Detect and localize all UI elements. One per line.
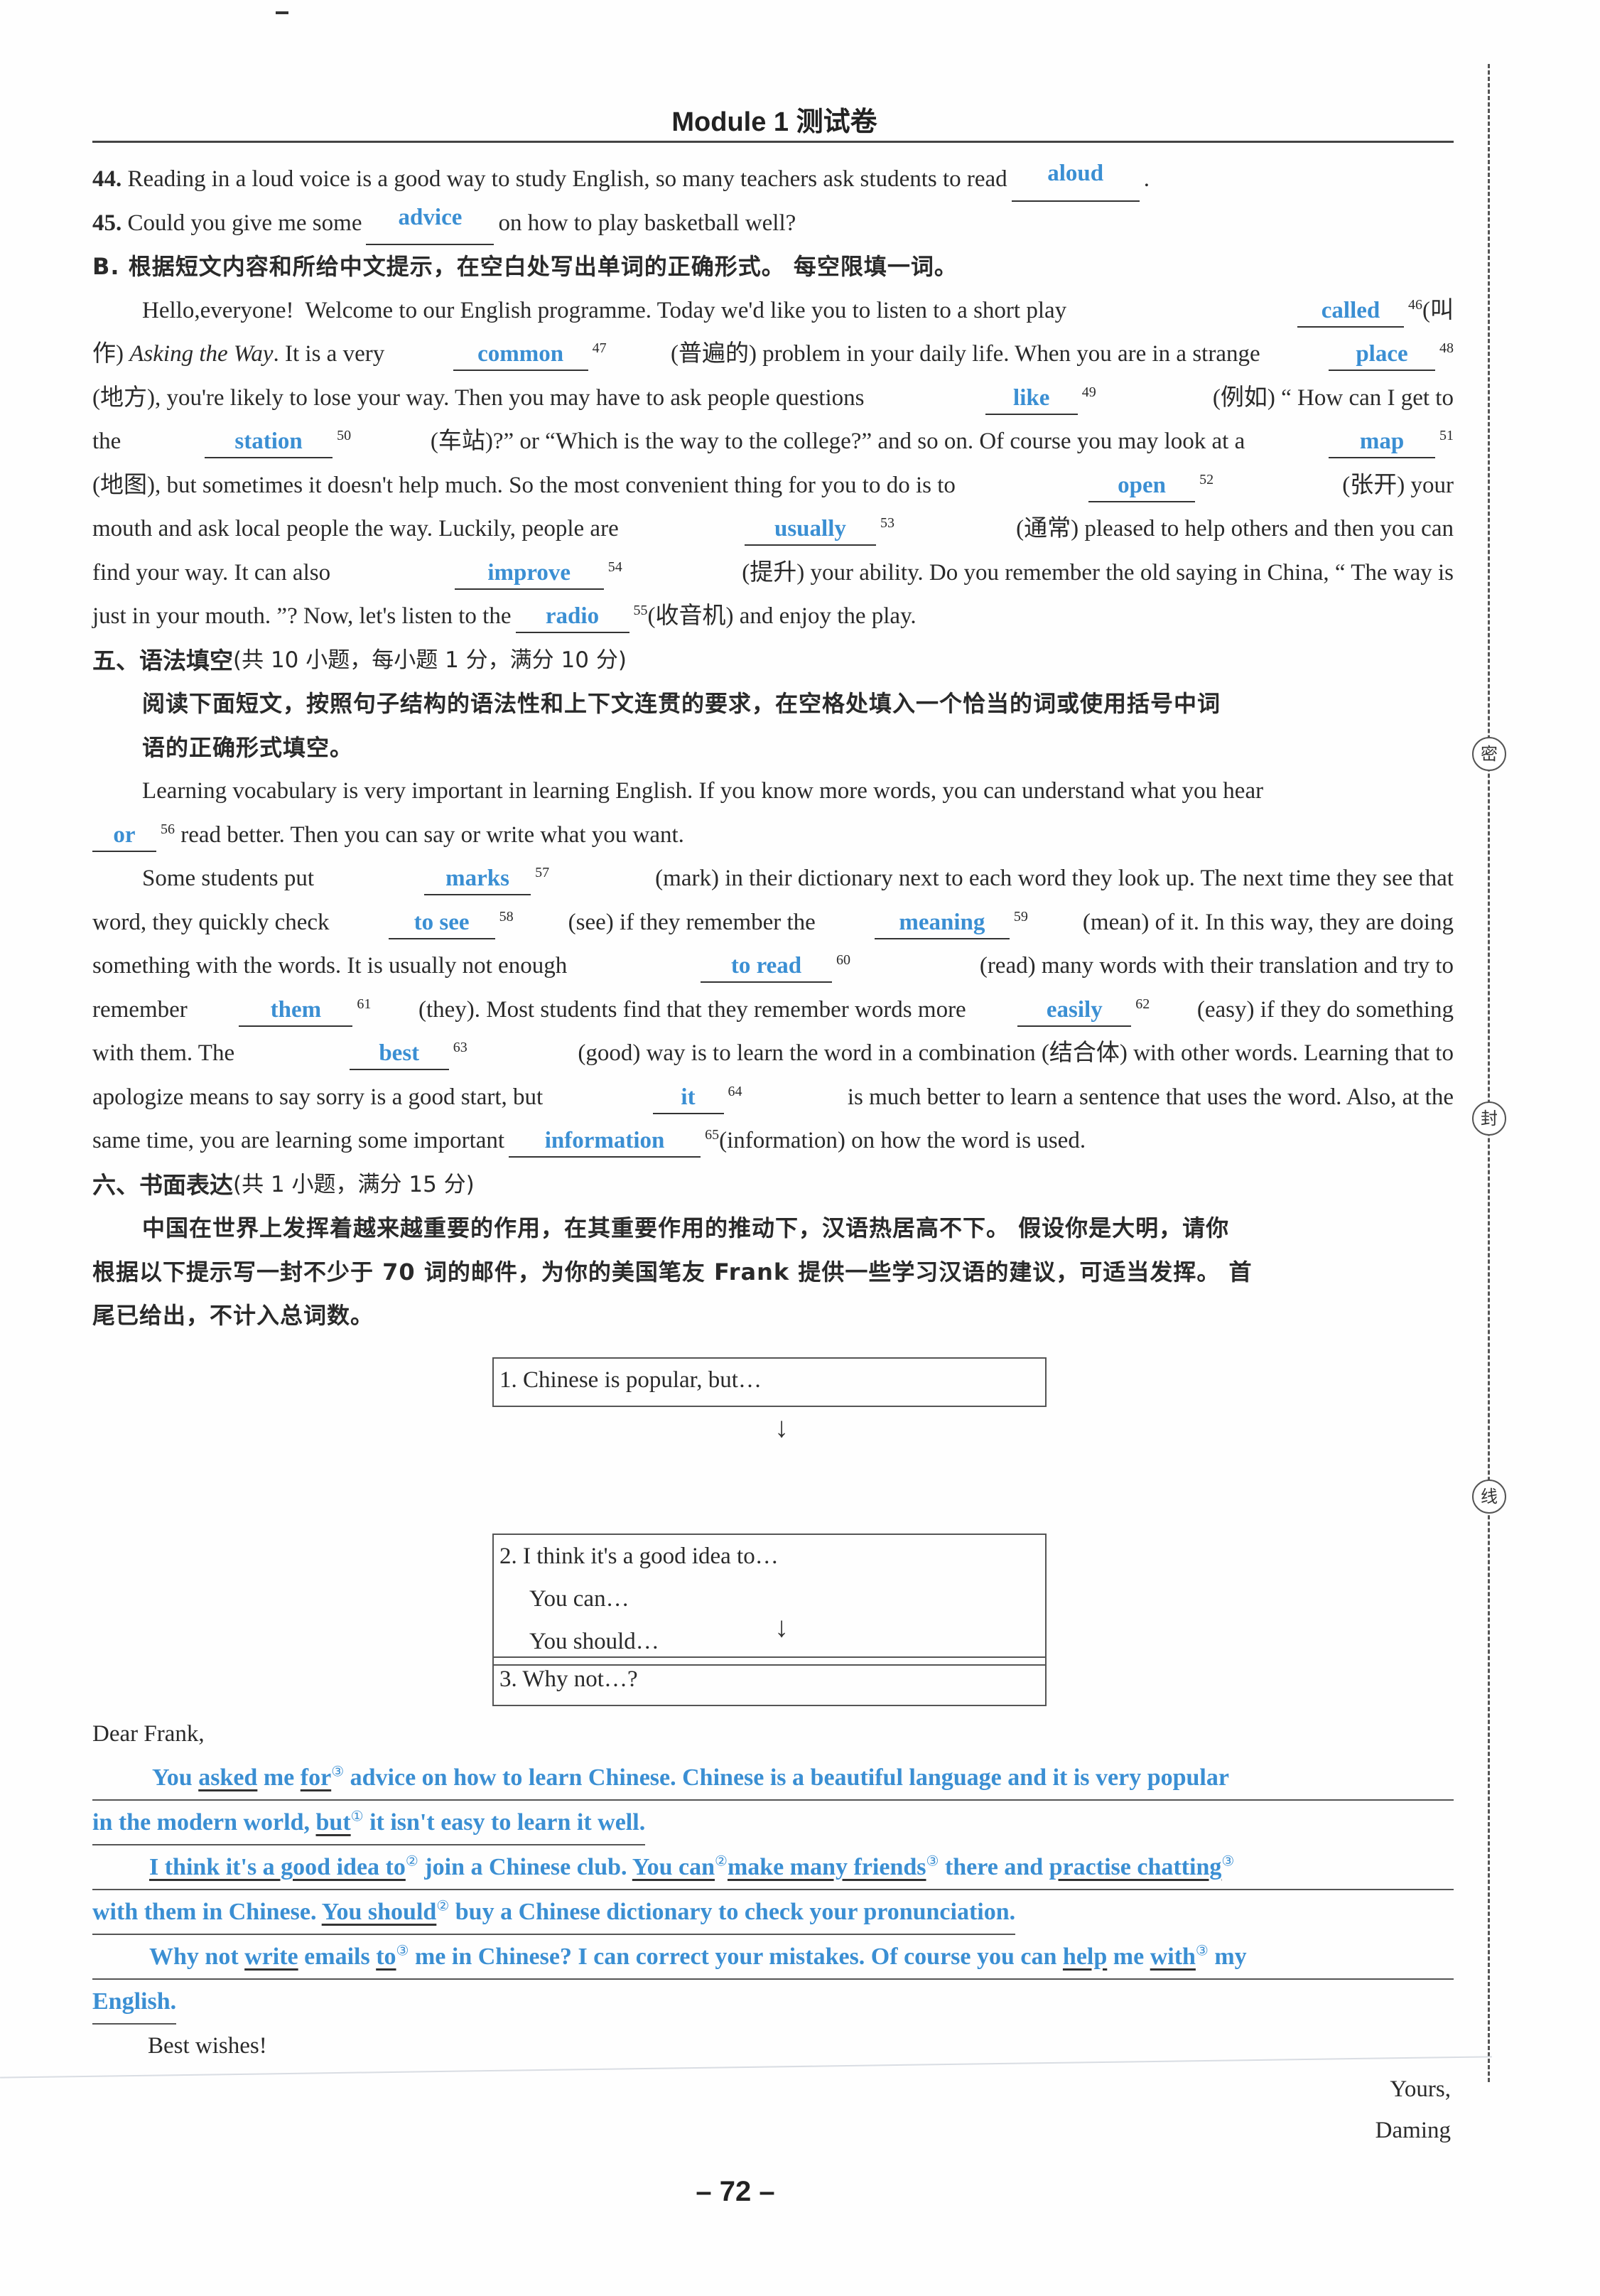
answer-blank-50[interactable]: station xyxy=(205,426,333,458)
question-44: 44. Reading in a loud voice is a good wa… xyxy=(92,158,1454,202)
essay-line: Why not write emails to③ me in Chinese? … xyxy=(92,1935,1454,1980)
page-number: – 72 – xyxy=(696,2176,775,2207)
passage-5-line: with them. The best 63 (good) way is to l… xyxy=(92,1032,1454,1076)
passage-b-line: (地方), you're likely to lose your way. Th… xyxy=(92,377,1454,421)
answer-blank-54[interactable]: improve xyxy=(454,557,604,590)
answer-blank-46[interactable]: called xyxy=(1297,295,1404,328)
answer-blank-59[interactable]: meaning xyxy=(874,907,1010,939)
header-divider xyxy=(92,141,1454,143)
answer-blank-49[interactable]: like xyxy=(985,382,1078,415)
section-6-heading: 六、书面表达 (共 1 小题，满分 15 分) xyxy=(92,1170,475,1199)
answer-blank-45[interactable]: advice xyxy=(366,202,494,245)
answer-blank-47[interactable]: common xyxy=(453,338,588,371)
letter-greeting: Dear Frank, xyxy=(92,1721,205,1747)
passage-5-line: same time, you are learning some importa… xyxy=(92,1119,1454,1163)
outline-box-1: 1. Chinese is popular, but… xyxy=(492,1357,1047,1407)
section-6-prompt: 根据以下提示写一封不少于 70 词的邮件，为你的美国笔友 Frank 提供一些学… xyxy=(92,1258,1253,1286)
answer-blank-51[interactable]: map xyxy=(1329,426,1435,458)
seal-xian-icon: 线 xyxy=(1472,1480,1506,1514)
passage-5-line: remember them 61 (they). Most students fi… xyxy=(92,988,1454,1033)
essay-line: with them in Chinese. You should② buy a … xyxy=(92,1890,1016,1935)
letter-closing: Yours, xyxy=(1390,2076,1451,2102)
letter-signature: Daming xyxy=(1375,2118,1451,2143)
section-5-instruction: 阅读下面短文，按照句子结构的语法性和上下文连贯的要求，在空格处填入一个恰当的词或… xyxy=(142,690,1221,717)
essay-line: English. xyxy=(92,1980,177,2025)
passage-b-line: the station 50 (车站)?” or “Which is the wa… xyxy=(92,420,1454,464)
answer-blank-64[interactable]: it xyxy=(652,1082,724,1114)
page-title: Module 1 测试卷 xyxy=(671,107,877,137)
passage-b-line: mouth and ask local people the way. Luck… xyxy=(92,507,1454,551)
section-5-instruction: 语的正确形式填空。 xyxy=(142,733,354,761)
answer-blank-61[interactable]: them xyxy=(239,994,353,1027)
answer-blank-56[interactable]: or xyxy=(92,819,156,852)
passage-5-line: word, they quickly check to see 58 (see) … xyxy=(92,901,1454,945)
answer-blank-52[interactable]: open xyxy=(1088,470,1196,502)
play-title: Asking the Way xyxy=(129,341,274,367)
passage-5-line: something with the words. It is usually … xyxy=(92,944,1454,988)
arrow-down-icon: ↓ xyxy=(774,1611,789,1643)
passage-5-line: or 56 read better. Then you can say or wr… xyxy=(92,814,1454,858)
passage-b-line: just in your mouth. ”? Now, let's listen… xyxy=(92,595,1454,639)
answer-blank-62[interactable]: easily xyxy=(1017,994,1132,1027)
answer-blank-48[interactable]: place xyxy=(1329,338,1435,371)
answer-blank-53[interactable]: usually xyxy=(744,513,876,546)
exam-page: Module 1 测试卷 密 封 线 44. Reading in a loud… xyxy=(0,0,1600,2296)
letter-sign-off: Best wishes! xyxy=(148,2033,267,2059)
answer-blank-44[interactable]: aloud xyxy=(1011,158,1140,202)
seal-feng-icon: 封 xyxy=(1472,1101,1506,1136)
answer-blank-58[interactable]: to see xyxy=(388,907,495,939)
section-6-prompt: 中国在世界上发挥着越来越重要的作用，在其重要作用的推动下，汉语热居高不下。 假设… xyxy=(142,1214,1230,1241)
passage-5-line: apologize means to say sorry is a good s… xyxy=(92,1076,1454,1120)
passage-5-line: Some students put marks 57 (mark) in thei… xyxy=(92,857,1454,901)
section-5-heading: 五、语法填空 (共 10 小题，每小题 1 分，满分 10 分) xyxy=(92,646,627,674)
arrow-down-icon: ↓ xyxy=(774,1411,789,1443)
outline-box-3: 3. Why not…? xyxy=(492,1656,1047,1706)
passage-b-line: Hello,everyone! Welcome to our English p… xyxy=(92,289,1454,333)
outline-box-2: 2. I think it's a good idea to… You can…… xyxy=(492,1534,1047,1666)
exam-content: 44. Reading in a loud voice is a good wa… xyxy=(92,158,1454,1338)
answer-blank-63[interactable]: best xyxy=(349,1037,449,1070)
part-b-instruction: B. 根据短文内容和所给中文提示，在空白处写出单词的正确形式。 每空限填一词。 xyxy=(92,253,958,280)
scan-mark xyxy=(276,11,288,14)
binding-dashed-line xyxy=(1488,64,1490,2082)
sample-letter: Dear Frank, You asked me for③ advice on … xyxy=(92,1713,1454,2068)
passage-b-line: (地图), but sometimes it doesn't help much… xyxy=(92,464,1454,508)
answer-blank-65[interactable]: information xyxy=(509,1125,701,1158)
seal-mi-icon: 密 xyxy=(1472,737,1506,771)
essay-line: in the modern world, but① it isn't easy … xyxy=(92,1801,646,1845)
passage-b-line: find your way. It can also improve 54 (提升… xyxy=(92,551,1454,595)
question-45: 45. Could you give me some advice on how… xyxy=(92,202,1454,245)
passage-b-line: 作) Asking the Way. It is a very common 47… xyxy=(92,333,1454,377)
essay-line: You asked me for③ advice on how to learn… xyxy=(92,1756,1454,1801)
answer-blank-60[interactable]: to read xyxy=(701,950,833,983)
answer-blank-57[interactable]: marks xyxy=(424,863,531,895)
essay-line: I think it's a good idea to② join a Chin… xyxy=(92,1845,1454,1890)
passage-5-line: Learning vocabulary is very important in… xyxy=(142,778,1264,804)
answer-blank-55[interactable]: radio xyxy=(515,600,629,633)
section-6-prompt: 尾已给出，不计入总词数。 xyxy=(92,1302,374,1329)
